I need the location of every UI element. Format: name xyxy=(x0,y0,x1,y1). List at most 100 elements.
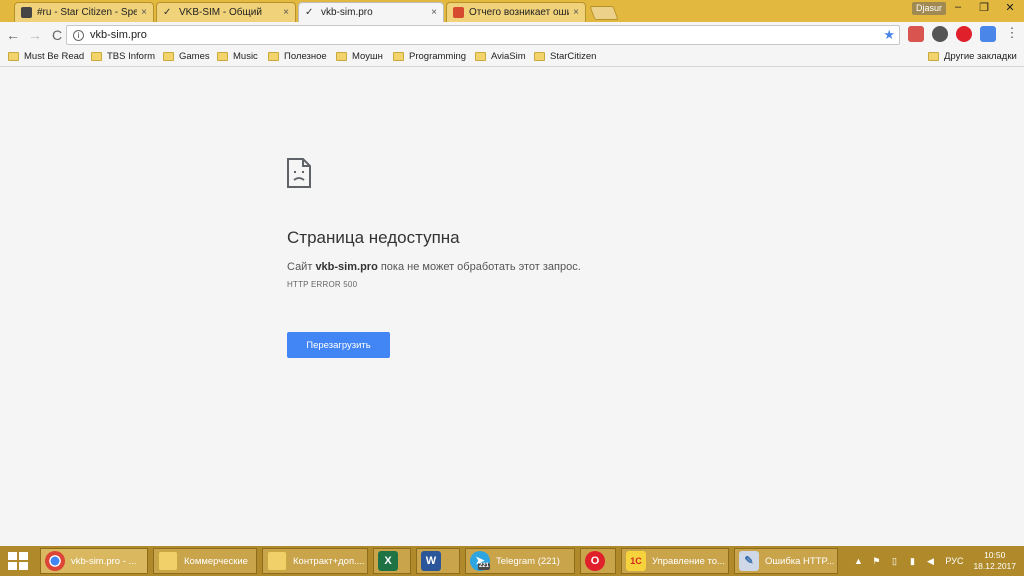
sad-page-icon xyxy=(287,158,311,188)
menu-icon[interactable]: ⋮ xyxy=(1004,26,1020,42)
bookmark-label: Другие закладки xyxy=(944,51,1017,62)
taskbar-1c[interactable]: 1C Управление то... xyxy=(621,548,729,574)
folder-icon xyxy=(534,52,545,61)
bookmark-label: Моушн xyxy=(352,51,383,62)
network-icon[interactable]: ▮ xyxy=(905,554,919,568)
paint-palette-icon: ✎ xyxy=(739,551,759,571)
tab-vkb-sim-pro[interactable]: ✓ vkb-sim.pro × xyxy=(298,2,444,22)
folder-icon xyxy=(928,52,939,61)
language-indicator[interactable]: РУС xyxy=(945,556,963,566)
folder-icon xyxy=(8,52,19,61)
window-controls: – ❐ ✕ xyxy=(948,1,1020,14)
system-tray: ▲ ⚑ ▯ ▮ ◀ РУС 10:50 18.12.2017 xyxy=(849,546,1024,576)
bookmark-folder[interactable]: Games xyxy=(163,51,210,62)
url-text[interactable]: vkb-sim.pro xyxy=(90,29,147,41)
reload-button[interactable]: C xyxy=(48,26,66,44)
folder-icon xyxy=(158,551,178,571)
bookmark-label: Programming xyxy=(409,51,467,62)
taskbar-item-label: Telegram (221) xyxy=(496,555,560,567)
flag-icon[interactable]: ⚑ xyxy=(869,554,883,568)
vkb-logo-icon: ✓ xyxy=(305,7,314,18)
title-bar: #ru - Star Citizen - Spect × ✓ VKB-SIM -… xyxy=(0,0,1024,22)
folder-icon xyxy=(475,52,486,61)
address-bar[interactable]: i vkb-sim.pro ★ xyxy=(66,25,900,45)
error-message: Сайт vkb-sim.pro пока не может обработат… xyxy=(287,261,581,273)
taskbar-telegram[interactable]: ➤ 221 Telegram (221) xyxy=(465,548,575,574)
error-message-suffix: пока не может обработать этот запрос. xyxy=(377,261,581,273)
bookmark-label: TBS Inform xyxy=(107,51,156,62)
other-bookmarks[interactable]: Другие закладки xyxy=(928,51,1017,62)
minimize-button[interactable]: – xyxy=(948,1,968,14)
extension-icon[interactable] xyxy=(908,26,924,42)
site-icon xyxy=(453,7,464,18)
taskbar-word[interactable]: W xyxy=(416,548,460,574)
word-icon: W xyxy=(421,551,441,571)
taskbar-item-label: Коммерческие xyxy=(184,555,248,567)
bookmark-folder[interactable]: Music xyxy=(217,51,258,62)
tab-close-icon[interactable]: × xyxy=(573,7,579,18)
bookmark-folder[interactable]: Полезное xyxy=(268,51,327,62)
folder-icon xyxy=(91,52,102,61)
browser-toolbar: ← → C i vkb-sim.pro ★ ⋮ xyxy=(0,22,1024,48)
bookmark-folder[interactable]: TBS Inform xyxy=(91,51,155,62)
error-code: HTTP ERROR 500 xyxy=(287,280,358,289)
sync-icon[interactable] xyxy=(932,26,948,42)
chrome-icon xyxy=(45,551,65,571)
page-content: Страница недоступна Сайт vkb-sim.pro пок… xyxy=(0,68,1024,546)
clock-date: 18.12.2017 xyxy=(973,561,1016,571)
taskbar-item-label: Контракт+доп.... xyxy=(293,555,365,567)
opera-icon: O xyxy=(585,551,605,571)
bookmark-folder[interactable]: Must Be Read xyxy=(8,51,84,62)
telegram-icon: ➤ 221 xyxy=(470,551,491,571)
bookmark-star-icon[interactable]: ★ xyxy=(883,27,895,43)
device-icon[interactable]: ▯ xyxy=(887,554,901,568)
clock[interactable]: 10:50 18.12.2017 xyxy=(973,550,1016,572)
new-tab-button[interactable] xyxy=(589,6,619,20)
translate-icon[interactable] xyxy=(980,26,996,42)
tab-title: VKB-SIM - Общий xyxy=(179,7,262,18)
taskbar-folder-contract[interactable]: Контракт+доп.... xyxy=(262,548,368,574)
maximize-button[interactable]: ❐ xyxy=(974,1,994,14)
volume-icon[interactable]: ◀ xyxy=(923,554,937,568)
taskbar-chrome[interactable]: vkb-sim.pro - ... xyxy=(40,548,148,574)
tab-close-icon[interactable]: × xyxy=(141,7,147,18)
tab-error-article[interactable]: Отчего возникает ошиб × xyxy=(446,2,586,22)
profile-button[interactable]: Djasur xyxy=(912,2,947,15)
error-site-name: vkb-sim.pro xyxy=(315,261,378,273)
bookmark-label: AviaSim xyxy=(491,51,526,62)
taskbar-item-label: Управление то... xyxy=(652,555,725,567)
folder-icon xyxy=(268,52,279,61)
bookmark-folder[interactable]: StarCitizen xyxy=(534,51,596,62)
taskbar-item-label: vkb-sim.pro - ... xyxy=(71,555,137,567)
tab-star-citizen[interactable]: #ru - Star Citizen - Spect × xyxy=(14,2,154,22)
chevron-up-icon[interactable]: ▲ xyxy=(851,554,865,568)
bookmark-folder[interactable]: Моушн xyxy=(336,51,383,62)
taskbar: vkb-sim.pro - ... Коммерческие Контракт+… xyxy=(0,546,1024,576)
reload-page-button[interactable]: Перезагрузить xyxy=(287,332,390,358)
tab-close-icon[interactable]: × xyxy=(431,7,437,18)
folder-icon xyxy=(217,52,228,61)
error-message-prefix: Сайт xyxy=(287,261,316,273)
tab-vkb-sim-forum[interactable]: ✓ VKB-SIM - Общий × xyxy=(156,2,296,22)
bookmark-label: StarCitizen xyxy=(550,51,597,62)
site-info-icon[interactable]: i xyxy=(73,29,84,41)
tab-title: #ru - Star Citizen - Spect xyxy=(37,7,138,18)
telegram-badge: 221 xyxy=(478,563,491,570)
taskbar-folder-commercial[interactable]: Коммерческие xyxy=(153,548,257,574)
back-button[interactable]: ← xyxy=(4,26,22,44)
windows-start-icon[interactable] xyxy=(4,550,32,572)
opera-extension-icon[interactable] xyxy=(956,26,972,42)
folder-icon xyxy=(163,52,174,61)
clock-time: 10:50 xyxy=(984,550,1006,560)
folder-icon xyxy=(393,52,404,61)
bookmarks-bar: Must Be Read TBS Inform Games Music Поле… xyxy=(0,48,1024,67)
taskbar-paint[interactable]: ✎ Ошибка HTTP... xyxy=(734,548,838,574)
taskbar-opera[interactable]: O xyxy=(580,548,616,574)
bookmark-folder[interactable]: Programming xyxy=(393,51,466,62)
bookmark-folder[interactable]: AviaSim xyxy=(475,51,526,62)
taskbar-excel[interactable]: X xyxy=(373,548,411,574)
tab-title: Отчего возникает ошиб xyxy=(469,7,570,18)
tab-close-icon[interactable]: × xyxy=(283,7,289,18)
forward-button[interactable]: → xyxy=(26,26,44,44)
close-window-button[interactable]: ✕ xyxy=(1000,1,1020,14)
